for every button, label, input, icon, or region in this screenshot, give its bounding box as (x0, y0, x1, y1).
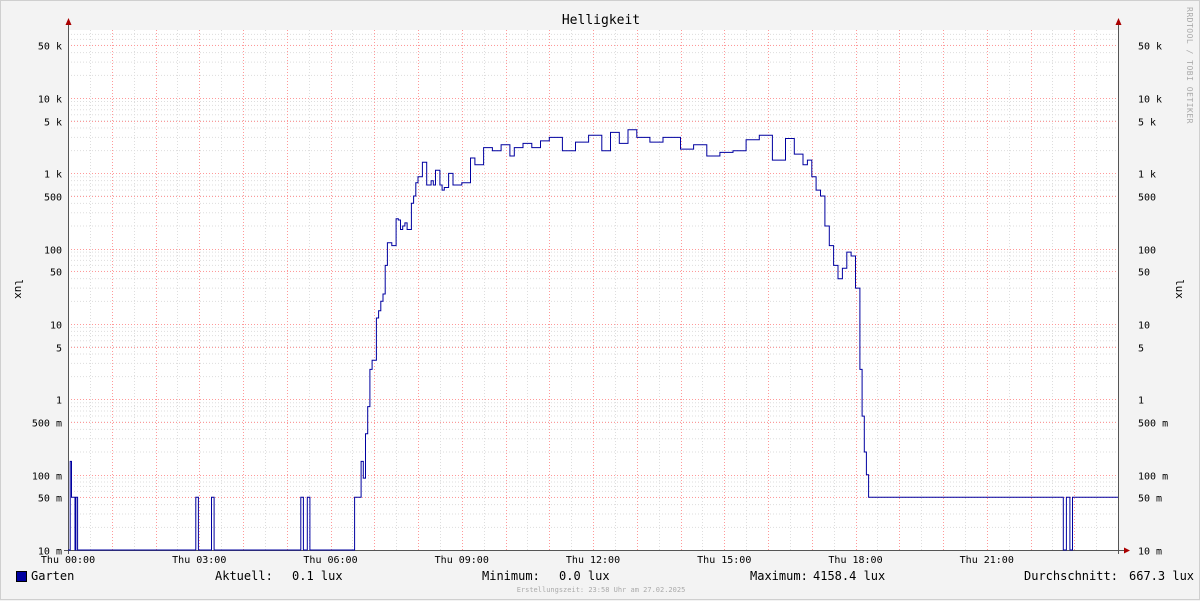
x-tick-labels: Thu 00:00 Thu 03:00 Thu 06:00 Thu 09:00 Thu … (41, 555, 1014, 566)
y-tick-label: 5 (56, 344, 62, 355)
y-tick-label: 50 m (1138, 494, 1162, 505)
y-tick-label: 5 (1138, 344, 1144, 355)
y-tick-label: 5 k (44, 118, 62, 129)
y-tick-label: 50 k (1138, 42, 1162, 53)
y-tick-label: 500 m (32, 419, 62, 430)
y-tick-label: 10 k (38, 95, 62, 106)
current-value: 0.1 lux (292, 569, 343, 583)
y-tick-label: 5 k (1138, 118, 1156, 129)
y-tick-label: 500 (44, 193, 62, 204)
x-tick-label: Thu 09:00 (435, 555, 489, 566)
brightness-chart: 10 m 50 m 100 m 500 m 1 5 10 50 100 500 1 k 5 k 10 k… (12, 7, 1194, 566)
x-tick-label: Thu 15:00 (697, 555, 751, 566)
min-value: 0.0 lux (559, 569, 610, 583)
max-value: 4158.4 lux (813, 569, 886, 583)
rrdtool-watermark: RRDTOOL / TOBI OETIKER (1185, 7, 1194, 124)
y-axis-arrow-right (1115, 18, 1122, 25)
y-tick-label: 50 (50, 268, 62, 279)
x-tick-label: Thu 03:00 (172, 555, 226, 566)
y-tick-label: 10 k (1138, 95, 1162, 106)
x-tick-label: Thu 12:00 (566, 555, 620, 566)
y-tick-label: 100 (44, 246, 62, 257)
y-tick-label: 50 m (38, 494, 62, 505)
y-tick-label: 10 m (1138, 547, 1162, 558)
y-tick-label: 500 m (1138, 419, 1168, 430)
y-tick-label: 10 (50, 321, 62, 332)
y-tick-label: 100 (1138, 246, 1156, 257)
y-axis-arrow-left (65, 18, 72, 25)
y-tick-label: 1 (1138, 396, 1144, 407)
y-tick-label: 1 k (1138, 170, 1156, 181)
legend-series-name: Garten (31, 569, 75, 583)
y-tick-labels-left: 10 m50 m100 m500 m1510501005001 k5 k10 k… (32, 42, 62, 558)
y-tick-label: 50 k (38, 42, 62, 53)
creation-timestamp: Erstellungszeit: 23:58 Uhr am 27.02.2025 (516, 586, 686, 594)
y-tick-label: 100 m (32, 472, 62, 483)
y-axis-label-left: lux (12, 279, 25, 299)
avg-label: Durchschnitt: (1024, 569, 1118, 583)
y-tick-label: 1 k (44, 170, 62, 181)
min-label: Minimum: (482, 569, 540, 583)
avg-value: 667.3 lux (1129, 569, 1195, 583)
legend-row: Garten Aktuell: 0.1 lux Minimum: 0.0 lux… (1, 567, 1200, 585)
max-label: Maximum: (750, 569, 808, 583)
x-tick-label: Thu 06:00 (303, 555, 357, 566)
y-axis-label-right: lux (1173, 279, 1186, 299)
y-tick-label: 1 (56, 396, 62, 407)
x-axis-arrow (1124, 547, 1130, 554)
y-tick-label: 10 (1138, 321, 1150, 332)
chart-window: 10 m 50 m 100 m 500 m 1 5 10 50 100 500 1 k 5 k 10 k… (0, 0, 1200, 600)
y-tick-label: 500 (1138, 193, 1156, 204)
y-tick-label: 50 (1138, 268, 1150, 279)
x-tick-label: Thu 00:00 (41, 555, 95, 566)
legend-swatch (16, 571, 27, 582)
x-tick-label: Thu 21:00 (960, 555, 1014, 566)
x-tick-label: Thu 18:00 (828, 555, 882, 566)
chart-title: Helligkeit (562, 13, 640, 28)
y-tick-label: 100 m (1138, 472, 1168, 483)
y-tick-labels-right: 10 m 50 m 100 m 500 m 1 5 10 50 100 500 1 k 5 k 10 k… (1138, 42, 1168, 558)
current-label: Aktuell: (215, 569, 273, 583)
